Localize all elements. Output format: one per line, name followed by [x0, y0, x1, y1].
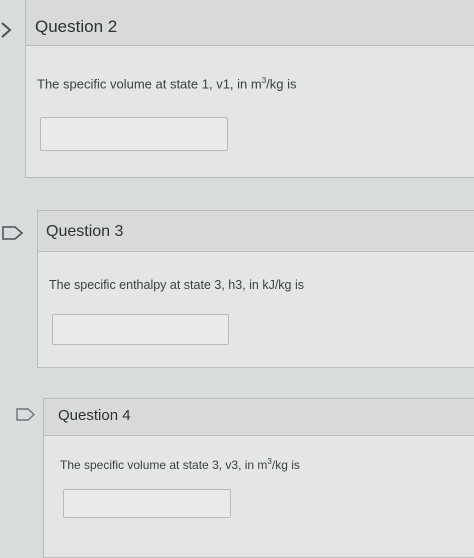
question-4-prompt-text: The specific volume at state 3, v3, in m: [60, 458, 268, 472]
question-3-title: Question 3: [46, 223, 124, 240]
question-2-card: Question 2 The specific volume at state …: [25, 0, 474, 178]
question-3-prompt: The specific enthalpy at state 3, h3, in…: [49, 278, 304, 292]
flag-question-icon[interactable]: [16, 408, 36, 421]
question-4-answer-input[interactable]: [63, 489, 231, 518]
flag-question-icon[interactable]: [2, 226, 24, 240]
question-3-answer-input[interactable]: [52, 314, 229, 345]
question-4-card: Question 4 The specific volume at state …: [43, 398, 474, 558]
question-2-prompt-unit: /kg is: [266, 76, 297, 92]
question-4-prompt-unit: /kg is: [271, 458, 300, 472]
question-3-prompt-text: The specific enthalpy at state 3, h3, in…: [49, 278, 304, 292]
question-2-prompt: The specific volume at state 1, v1, in m…: [37, 76, 297, 91]
question-4-title: Question 4: [58, 407, 131, 424]
chevron-right-icon[interactable]: [0, 20, 14, 40]
question-2-answer-input[interactable]: [40, 117, 228, 151]
question-2-title: Question 2: [35, 17, 118, 36]
question-4-prompt: The specific volume at state 3, v3, in m…: [60, 457, 300, 472]
question-3-card: Question 3 The specific enthalpy at stat…: [37, 210, 474, 368]
question-2-prompt-text: The specific volume at state 1, v1, in m: [37, 76, 262, 92]
